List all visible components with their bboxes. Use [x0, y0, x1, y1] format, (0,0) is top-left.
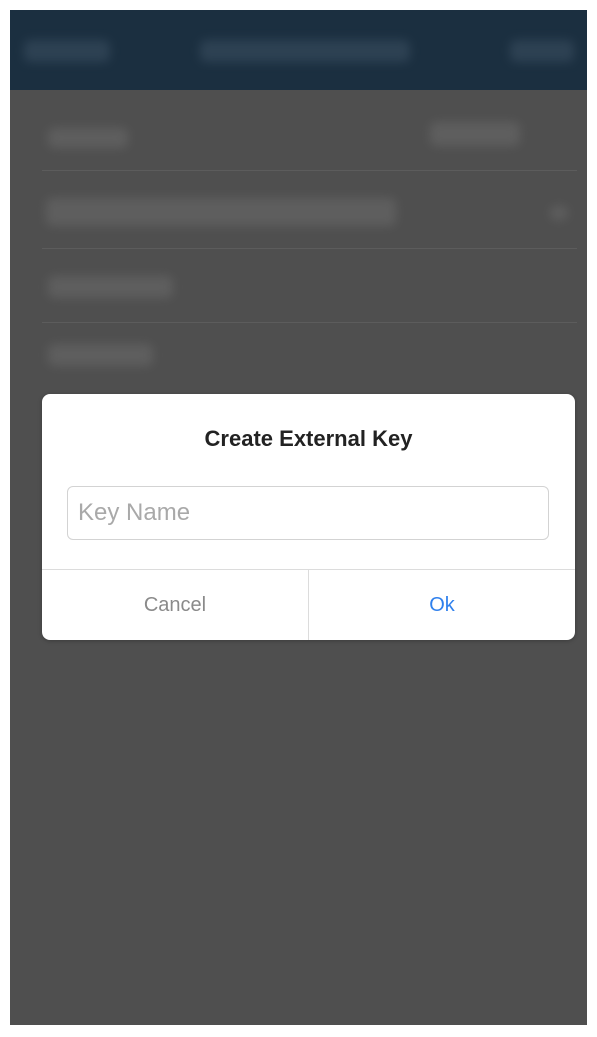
confirm-field-blurred [48, 344, 153, 366]
back-button-blurred [24, 40, 110, 62]
name-field-blurred [48, 128, 128, 148]
password-field-blurred [48, 276, 173, 298]
divider [42, 322, 577, 323]
dialog-title: Create External Key [204, 426, 413, 451]
cancel-button[interactable]: Cancel [42, 570, 308, 640]
credentials-row-blurred [46, 198, 396, 226]
done-button-blurred [510, 40, 574, 62]
navigation-bar [10, 10, 587, 90]
divider [42, 170, 577, 171]
chevron-down-icon [550, 206, 568, 220]
create-external-key-dialog: Create External Key Cancel Ok [42, 394, 575, 640]
ok-button[interactable]: Ok [309, 570, 575, 640]
divider [42, 248, 577, 249]
nav-title-blurred [200, 40, 410, 62]
screen: Create External Key Cancel Ok [10, 10, 587, 1025]
key-name-input[interactable] [67, 486, 549, 540]
file-type-label-blurred [430, 122, 520, 146]
